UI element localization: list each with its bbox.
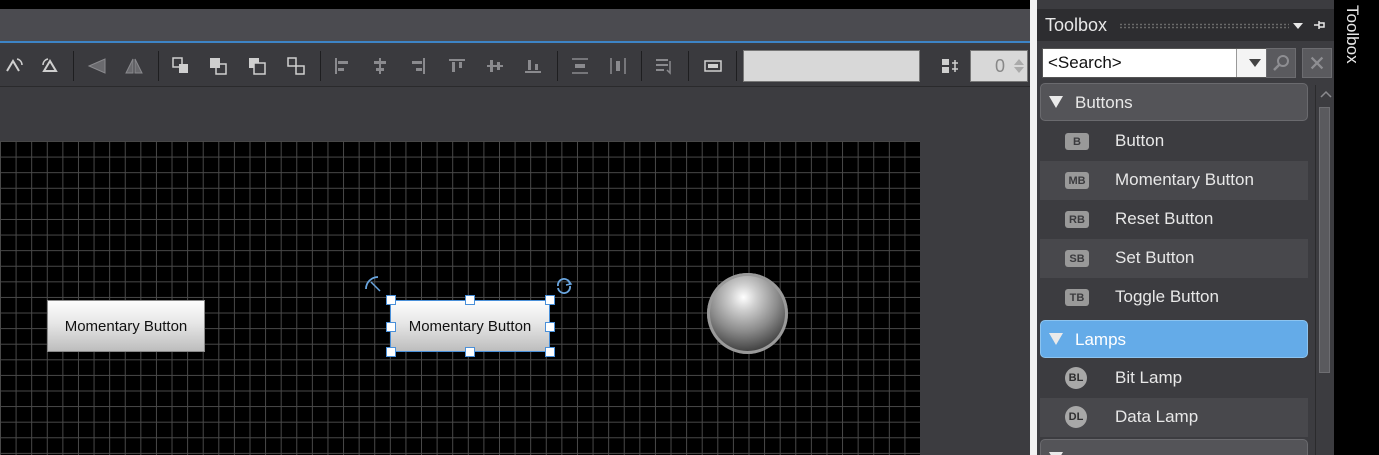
align-bottom-icon[interactable] [520, 53, 546, 79]
close-icon [1310, 56, 1324, 70]
pin-icon[interactable] [1311, 17, 1327, 33]
send-to-back-icon[interactable] [283, 53, 309, 79]
reset-button-icon: RB [1065, 211, 1089, 228]
toolbar-separator [73, 51, 74, 81]
data-lamp-icon: DL [1065, 406, 1087, 428]
canvas-momentary-button-selected-label: Momentary Button [408, 317, 532, 335]
flip-vertical-icon[interactable] [121, 53, 147, 79]
expand-arrow-icon [1049, 96, 1063, 108]
toolbox-search-placeholder: <Search> [1048, 53, 1122, 72]
category-lamps[interactable]: Lamps [1040, 320, 1308, 358]
bit-lamp-icon: BL [1065, 367, 1087, 389]
search-icon [1273, 55, 1289, 71]
resize-handle-top-left[interactable] [386, 295, 396, 305]
resize-handle-right[interactable] [545, 322, 555, 332]
grid-size-value: 0 [994, 56, 1005, 76]
scrollbar-thumb[interactable] [1319, 107, 1330, 373]
resize-handle-bottom[interactable] [465, 347, 475, 357]
tab-order-icon[interactable] [651, 53, 677, 79]
grid-size-stepper[interactable]: 0 [970, 50, 1028, 82]
toolbar-separator [557, 51, 558, 81]
toolbox-grip[interactable] [1119, 23, 1289, 29]
rotate-handle-icon[interactable] [554, 276, 574, 296]
bring-forward-icon[interactable] [205, 53, 231, 79]
skew-handle-icon[interactable] [363, 274, 383, 294]
stepper-down-icon[interactable] [1014, 67, 1024, 73]
toolbox-scrollbar[interactable] [1315, 85, 1333, 455]
toolbar-separator [641, 51, 642, 81]
category-buttons[interactable]: Buttons [1040, 83, 1308, 121]
clear-search-button[interactable] [1302, 48, 1332, 78]
canvas-bit-lamp[interactable] [707, 273, 788, 354]
grid-size-icon [937, 53, 963, 79]
variable-icon[interactable] [700, 53, 726, 79]
align-center-icon[interactable] [367, 53, 393, 79]
flip-horizontal-icon[interactable] [84, 53, 110, 79]
toolbox-item-set-button[interactable]: SB Set Button [1040, 239, 1308, 278]
toolbox-item-button[interactable]: B Button [1040, 122, 1308, 161]
align-right-icon[interactable] [405, 53, 431, 79]
send-backward-icon[interactable] [244, 53, 270, 79]
item-label: Set Button [1115, 248, 1195, 267]
category-label: Lamps [1075, 330, 1127, 349]
item-label: Data Lamp [1115, 407, 1199, 426]
toolbox-header: Toolbox [1037, 9, 1334, 41]
app-root: 0 Momentary Button Momentary Button Tool… [0, 0, 1379, 455]
item-label: Toggle Button [1115, 287, 1219, 306]
document-tab-band [0, 9, 1030, 43]
top-strip [0, 0, 1030, 9]
stepper-up-icon[interactable] [1014, 59, 1024, 65]
chevron-down-icon [1248, 59, 1261, 67]
category-label: Buttons [1075, 93, 1133, 112]
resize-handle-bottom-right[interactable] [545, 347, 555, 357]
scroll-up-icon[interactable] [1319, 85, 1333, 103]
align-top-icon[interactable] [444, 53, 470, 79]
toolbox-title: Toolbox [1045, 15, 1108, 35]
toolbox-panel: Toolbox <Search> Buttons B Button MB Mom… [1037, 0, 1334, 455]
resize-handle-bottom-left[interactable] [386, 347, 396, 357]
toolbox-item-toggle-button[interactable]: TB Toggle Button [1040, 278, 1308, 317]
search-button[interactable] [1266, 48, 1296, 78]
button-icon: B [1065, 133, 1089, 150]
distribute-vertical-icon[interactable] [567, 53, 593, 79]
toolbar-separator [688, 51, 689, 81]
expand-arrow-icon [1049, 333, 1063, 345]
align-left-icon[interactable] [329, 53, 355, 79]
panel-divider[interactable] [1030, 0, 1037, 455]
item-label: Bit Lamp [1115, 368, 1183, 387]
bring-to-front-icon[interactable] [168, 53, 194, 79]
canvas-momentary-button-label: Momentary Button [64, 317, 188, 335]
resize-handle-top-right[interactable] [545, 295, 555, 305]
toolbar-separator [158, 51, 159, 81]
toolbox-item-bit-lamp[interactable]: BL Bit Lamp [1040, 359, 1308, 398]
category-next[interactable] [1040, 439, 1308, 455]
layout-toolbar: 0 [0, 45, 1030, 87]
distribute-horizontal-icon[interactable] [605, 53, 631, 79]
side-tab-label: Toolbox [1343, 5, 1362, 64]
toolbar-separator [320, 51, 321, 81]
rotate-left-icon[interactable] [1, 53, 27, 79]
resize-handle-left[interactable] [386, 322, 396, 332]
side-tab-strip: Toolbox [1334, 0, 1379, 455]
canvas-momentary-button[interactable]: Momentary Button [47, 300, 205, 352]
side-tab-toolbox[interactable]: Toolbox [1342, 5, 1364, 75]
toolbox-search-input[interactable]: <Search> [1042, 48, 1273, 78]
toolbox-item-reset-button[interactable]: RB Reset Button [1040, 200, 1308, 239]
editor-area: 0 Momentary Button Momentary Button [0, 0, 1030, 455]
canvas-momentary-button-selected[interactable]: Momentary Button [390, 300, 550, 352]
toolbar-separator [736, 51, 737, 81]
resize-handle-top[interactable] [465, 295, 475, 305]
align-middle-icon[interactable] [482, 53, 508, 79]
item-label: Button [1115, 131, 1165, 150]
set-button-icon: SB [1065, 250, 1089, 267]
toggle-button-icon: TB [1065, 289, 1089, 306]
toolbox-item-data-lamp[interactable]: DL Data Lamp [1040, 398, 1308, 437]
toolbar-text-field[interactable] [743, 50, 920, 82]
chevron-down-icon[interactable] [1290, 17, 1306, 33]
item-label: Momentary Button [1115, 170, 1254, 189]
item-label: Reset Button [1115, 209, 1214, 228]
rotate-right-icon[interactable] [37, 53, 63, 79]
toolbox-item-momentary-button[interactable]: MB Momentary Button [1040, 161, 1308, 200]
momentary-button-icon: MB [1065, 172, 1089, 189]
